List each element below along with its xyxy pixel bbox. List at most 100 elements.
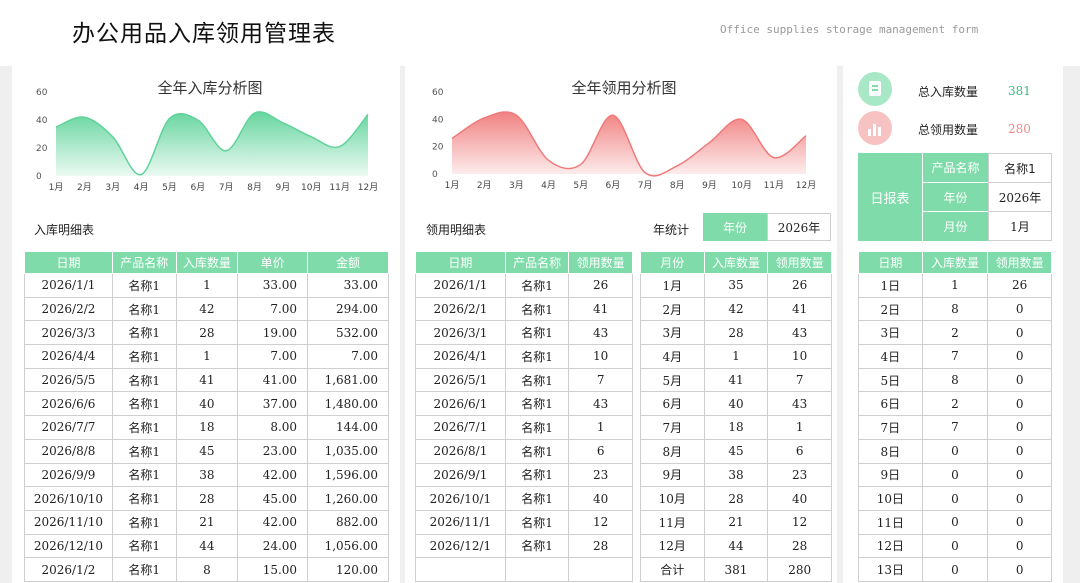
outbound-cell[interactable]: 名称1 — [504, 391, 570, 417]
monthly-cell[interactable]: 44 — [703, 533, 769, 559]
outbound-cell[interactable]: 2026/3/1 — [415, 320, 506, 346]
outbound-cell[interactable]: 2026/7/1 — [415, 415, 506, 440]
monthly-cell[interactable]: 42 — [703, 296, 769, 322]
inbound-cell[interactable]: 45 — [175, 438, 239, 464]
monthly-cell[interactable]: 28 — [767, 533, 832, 559]
outbound-cell[interactable]: 名称1 — [504, 462, 570, 488]
outbound-cell[interactable]: 23 — [568, 462, 633, 488]
inbound-cell[interactable]: 37.00 — [237, 391, 309, 417]
outbound-cell[interactable]: 名称1 — [504, 415, 570, 440]
monthly-cell[interactable]: 1 — [767, 415, 832, 440]
monthly-cell[interactable]: 45 — [703, 438, 769, 464]
inbound-cell[interactable]: 294.00 — [307, 296, 389, 322]
monthly-cell[interactable]: 1 — [703, 344, 769, 369]
inbound-cell[interactable]: 2026/2/2 — [24, 296, 113, 322]
inbound-cell[interactable]: 2026/11/10 — [24, 509, 113, 535]
monthly-cell[interactable]: 38 — [703, 462, 769, 488]
outbound-cell[interactable]: 26 — [568, 273, 633, 298]
monthly-cell[interactable]: 4月 — [640, 344, 705, 369]
inbound-cell[interactable]: 名称1 — [111, 320, 177, 346]
outbound-cell[interactable]: 10 — [568, 344, 633, 369]
daily-cell[interactable]: 6日 — [858, 391, 923, 417]
daily-cell[interactable]: 1 — [921, 273, 989, 298]
inbound-cell[interactable]: 42.00 — [237, 462, 309, 488]
monthly-cell[interactable]: 7 — [767, 367, 832, 393]
monthly-cell[interactable]: 7月 — [640, 415, 705, 440]
outbound-cell[interactable]: 2026/8/1 — [415, 438, 506, 464]
daily-cell[interactable]: 0 — [987, 320, 1052, 346]
outbound-cell[interactable]: 2026/5/1 — [415, 367, 506, 393]
daily-cell[interactable]: 26 — [987, 273, 1052, 298]
daily-cell[interactable]: 4日 — [858, 344, 923, 369]
monthly-cell[interactable]: 28 — [703, 320, 769, 346]
inbound-cell[interactable]: 名称1 — [111, 296, 177, 322]
inbound-cell[interactable]: 名称1 — [111, 344, 177, 369]
daily-cell[interactable]: 0 — [987, 391, 1052, 417]
inbound-cell[interactable]: 28 — [175, 486, 239, 511]
daily-cell[interactable]: 5日 — [858, 367, 923, 393]
daily-cell[interactable]: 2 — [921, 320, 989, 346]
daily-cell[interactable]: 11日 — [858, 509, 923, 535]
daily-cell[interactable]: 12日 — [858, 533, 923, 559]
outbound-cell[interactable]: 名称1 — [504, 273, 570, 298]
daily-cell[interactable]: 0 — [987, 557, 1052, 582]
inbound-cell[interactable]: 2026/8/8 — [24, 438, 113, 464]
daily-cell[interactable]: 3日 — [858, 320, 923, 346]
inbound-cell[interactable]: 2026/9/9 — [24, 462, 113, 488]
daily-cell[interactable]: 8 — [921, 296, 989, 322]
inbound-cell[interactable]: 144.00 — [307, 415, 389, 440]
inbound-cell[interactable]: 1,035.00 — [307, 438, 389, 464]
daily-report-value-year[interactable]: 2026年 — [988, 183, 1052, 212]
outbound-cell[interactable]: 名称1 — [504, 533, 570, 559]
daily-report-value-product[interactable]: 名称1 — [988, 153, 1052, 183]
inbound-cell[interactable]: 1,480.00 — [307, 391, 389, 417]
daily-cell[interactable]: 0 — [921, 557, 989, 582]
monthly-cell[interactable]: 43 — [767, 391, 832, 417]
monthly-cell[interactable]: 40 — [767, 486, 832, 511]
inbound-cell[interactable]: 24.00 — [237, 533, 309, 559]
daily-cell[interactable]: 0 — [987, 344, 1052, 369]
daily-cell[interactable]: 0 — [921, 462, 989, 488]
daily-cell[interactable]: 0 — [987, 367, 1052, 393]
outbound-cell[interactable]: 2026/9/1 — [415, 462, 506, 488]
daily-cell[interactable]: 0 — [987, 438, 1052, 464]
inbound-cell[interactable]: 33.00 — [307, 273, 389, 298]
inbound-cell[interactable]: 名称1 — [111, 438, 177, 464]
outbound-cell[interactable]: 2026/10/1 — [415, 486, 506, 511]
monthly-cell[interactable]: 12 — [767, 509, 832, 535]
outbound-cell[interactable]: 43 — [568, 391, 633, 417]
daily-cell[interactable]: 7日 — [858, 415, 923, 440]
inbound-cell[interactable]: 2026/5/5 — [24, 367, 113, 393]
outbound-cell[interactable]: 2026/6/1 — [415, 391, 506, 417]
outbound-cell[interactable] — [568, 557, 633, 582]
monthly-cell[interactable]: 6月 — [640, 391, 705, 417]
outbound-cell[interactable] — [504, 557, 570, 582]
outbound-cell[interactable]: 41 — [568, 296, 633, 322]
daily-cell[interactable]: 0 — [987, 462, 1052, 488]
daily-cell[interactable]: 10日 — [858, 486, 923, 511]
inbound-cell[interactable]: 1 — [175, 344, 239, 369]
outbound-cell[interactable]: 2026/12/1 — [415, 533, 506, 559]
inbound-cell[interactable]: 名称1 — [111, 486, 177, 511]
inbound-cell[interactable]: 41.00 — [237, 367, 309, 393]
monthly-cell[interactable]: 43 — [767, 320, 832, 346]
inbound-cell[interactable]: 19.00 — [237, 320, 309, 346]
inbound-cell[interactable]: 名称1 — [111, 509, 177, 535]
inbound-cell[interactable]: 2026/1/1 — [24, 273, 113, 298]
daily-cell[interactable]: 7 — [921, 344, 989, 369]
monthly-cell[interactable]: 381 — [703, 557, 769, 582]
monthly-cell[interactable]: 6 — [767, 438, 832, 464]
outbound-cell[interactable]: 2026/4/1 — [415, 344, 506, 369]
inbound-cell[interactable]: 1,056.00 — [307, 533, 389, 559]
monthly-cell[interactable]: 9月 — [640, 462, 705, 488]
year-stats-value[interactable]: 2026年 — [767, 213, 831, 241]
outbound-cell[interactable]: 12 — [568, 509, 633, 535]
inbound-cell[interactable]: 1,681.00 — [307, 367, 389, 393]
inbound-cell[interactable]: 名称1 — [111, 415, 177, 440]
monthly-cell[interactable]: 35 — [703, 273, 769, 298]
inbound-cell[interactable]: 532.00 — [307, 320, 389, 346]
daily-cell[interactable]: 0 — [987, 486, 1052, 511]
inbound-cell[interactable]: 8.00 — [237, 415, 309, 440]
daily-cell[interactable]: 9日 — [858, 462, 923, 488]
outbound-cell[interactable]: 名称1 — [504, 367, 570, 393]
